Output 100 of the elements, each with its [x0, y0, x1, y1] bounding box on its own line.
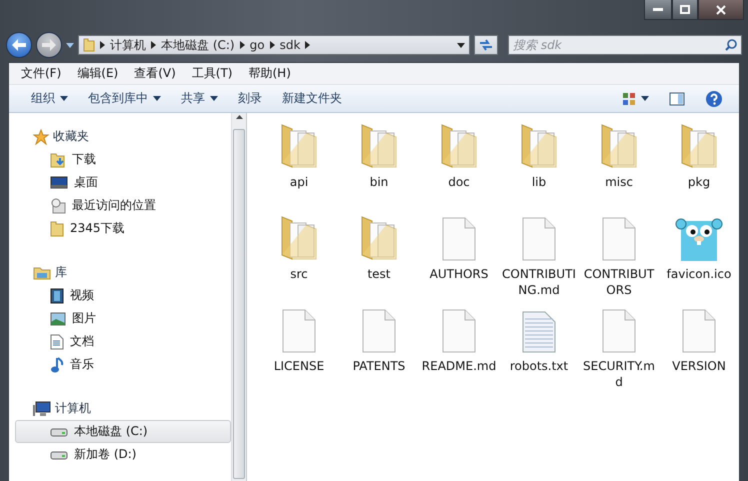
blank-file-icon [282, 309, 316, 353]
file-item[interactable]: misc [579, 121, 659, 209]
search-field[interactable]: 搜索 sdk [508, 35, 742, 55]
scroll-up-icon [236, 115, 242, 119]
file-item[interactable]: LICENSE [259, 305, 339, 393]
breadcrumb[interactable]: 本地磁盘 (C:) [161, 36, 235, 54]
preview-pane-icon [669, 92, 685, 106]
file-item[interactable]: PATENTS [339, 305, 419, 393]
sidebar-item[interactable]: 文档 [15, 330, 231, 353]
file-item[interactable]: favicon.ico [659, 213, 739, 301]
folder-icon [83, 38, 95, 52]
sidebar-item[interactable]: 下载 [15, 148, 231, 171]
blank-file-icon [442, 217, 476, 261]
close-icon [716, 4, 726, 14]
file-item[interactable]: src [259, 213, 339, 301]
menu-item[interactable]: 帮助(H) [242, 63, 297, 84]
recent-places-icon [50, 198, 66, 214]
file-item[interactable]: api [259, 121, 339, 209]
file-item[interactable]: AUTHORS [419, 213, 499, 301]
scrollbar-thumb[interactable] [233, 129, 245, 479]
minimize-button[interactable] [644, 0, 672, 20]
drive-icon [50, 450, 68, 460]
file-name: README.md [421, 358, 497, 374]
folder-icon [33, 265, 51, 280]
close-button[interactable] [698, 0, 744, 20]
folder-icon [679, 123, 719, 169]
chevron-icon [305, 41, 310, 49]
help-icon [705, 90, 723, 108]
file-name: VERSION [671, 358, 727, 374]
breadcrumb[interactable]: sdk [280, 38, 300, 52]
forward-arrow-icon [42, 39, 56, 51]
chevron-icon [240, 41, 245, 49]
sidebar-item[interactable]: 视频 [15, 284, 231, 307]
back-arrow-icon [12, 39, 26, 51]
menu-item[interactable]: 查看(V) [128, 63, 182, 84]
text-file-icon [522, 309, 556, 353]
blank-file-icon [682, 309, 716, 353]
folder-icon [519, 123, 559, 169]
file-item[interactable]: pkg [659, 121, 739, 209]
breadcrumb[interactable]: 计算机 [110, 36, 146, 54]
sidebar-item[interactable]: 本地磁盘 (C:) [15, 420, 231, 443]
sidebar-item[interactable]: 图片 [15, 307, 231, 330]
file-item[interactable]: bin [339, 121, 419, 209]
sidebar-item[interactable]: 音乐 [15, 353, 231, 376]
file-name: favicon.ico [666, 266, 732, 282]
film-icon [50, 288, 64, 304]
file-item[interactable]: test [339, 213, 419, 301]
file-name: bin [368, 174, 390, 190]
back-button[interactable] [6, 32, 32, 58]
folder-icon [439, 123, 479, 169]
folder-icon [359, 123, 399, 169]
toolbar-button[interactable]: 包含到库中 [80, 87, 169, 110]
sidebar-group[interactable]: 计算机 [55, 400, 91, 417]
blank-file-icon [362, 309, 396, 353]
file-item[interactable]: lib [499, 121, 579, 209]
file-item[interactable]: README.md [419, 305, 499, 393]
caret-icon [641, 96, 649, 101]
blank-file-icon [442, 309, 476, 353]
sidebar-item[interactable]: 2345下载 [15, 217, 231, 240]
breadcrumb[interactable]: go [250, 38, 265, 52]
file-name: LICENSE [272, 358, 326, 374]
folder-icon [599, 123, 639, 169]
file-name: doc [447, 174, 471, 190]
file-item[interactable]: CONTRIBUTING.md [499, 213, 579, 301]
file-name: api [288, 174, 310, 190]
menu-item[interactable]: 工具(T) [186, 63, 238, 84]
toolbar-button[interactable]: 组织 [23, 87, 76, 110]
toolbar-button[interactable]: 刻录 [230, 87, 270, 110]
toolbar-button[interactable]: 共享 [173, 87, 226, 110]
monitor-icon [50, 176, 68, 190]
sidebar-group[interactable]: 库 [55, 264, 67, 281]
menu-item[interactable]: 编辑(E) [71, 63, 124, 84]
sidebar-item[interactable]: 桌面 [15, 171, 231, 194]
sidebar-group[interactable]: 收藏夹 [53, 128, 89, 145]
file-name: pkg [686, 174, 712, 190]
file-name: SECURITY.md [582, 358, 656, 390]
file-item[interactable]: VERSION [659, 305, 739, 393]
document-icon [50, 334, 64, 350]
toolbar-button[interactable]: 新建文件夹 [274, 87, 350, 110]
refresh-button[interactable] [474, 35, 498, 55]
sidebar-item[interactable]: 最近访问的位置 [15, 194, 231, 217]
blank-file-icon [522, 217, 556, 261]
maximize-button[interactable] [672, 0, 698, 20]
file-item[interactable]: SECURITY.md [579, 305, 659, 393]
download-folder-icon [50, 152, 66, 168]
file-item[interactable]: doc [419, 121, 499, 209]
file-name: lib [530, 174, 548, 190]
scrollbar[interactable] [231, 113, 247, 481]
sidebar-item[interactable]: 新加卷 (D:) [15, 443, 231, 466]
address-bar[interactable]: 计算机 本地磁盘 (C:) go sdk [78, 35, 470, 55]
maximize-icon [680, 5, 690, 14]
file-item[interactable]: robots.txt [499, 305, 579, 393]
drive-icon [50, 426, 68, 436]
forward-button[interactable] [36, 32, 62, 58]
file-item[interactable]: CONTRIBUTORS [579, 213, 659, 301]
menu-item[interactable]: 文件(F) [15, 63, 68, 84]
folder-icon [279, 123, 319, 169]
minimize-icon [653, 8, 663, 12]
blank-file-icon [602, 309, 636, 353]
file-name: AUTHORS [428, 266, 490, 282]
